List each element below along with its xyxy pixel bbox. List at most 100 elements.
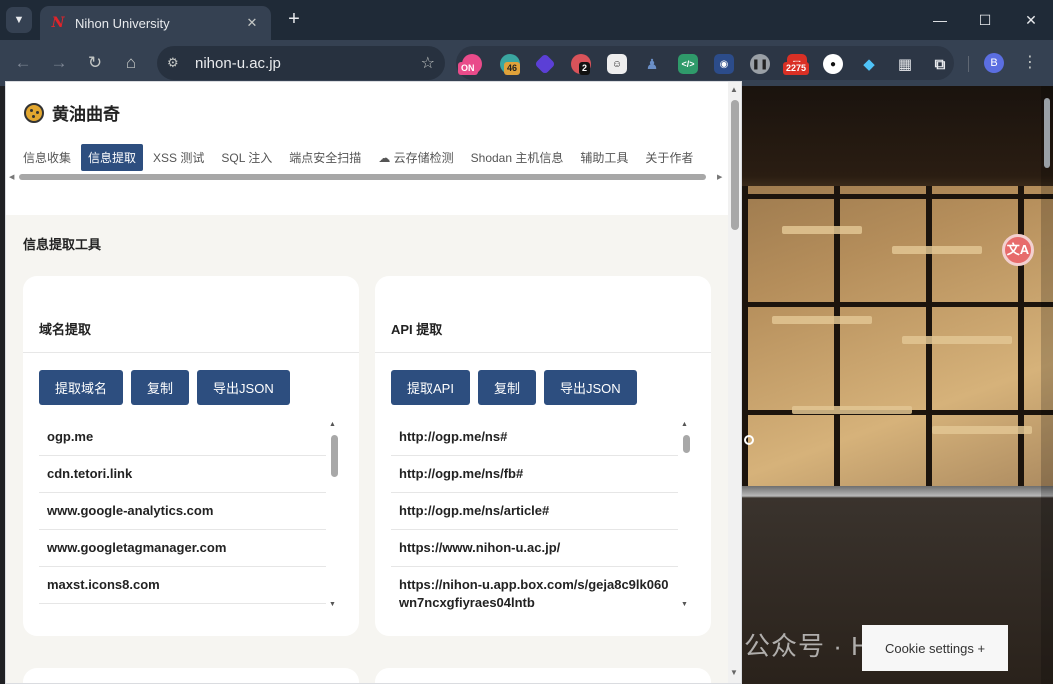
tab-xss-test[interactable]: XSS 测试 bbox=[146, 144, 211, 171]
code-ext-icon[interactable]: </> bbox=[678, 54, 698, 74]
next-card-edge bbox=[375, 668, 711, 683]
extract-domains-button[interactable]: 提取域名 bbox=[39, 370, 124, 405]
extension-popup: 黄油曲奇 信息收集 信息提取 XSS 测试 SQL 注入 端点安全扫描 ☁ 云存… bbox=[5, 81, 742, 684]
list-item: ogp.me bbox=[39, 419, 326, 456]
list-item: fonts.googleapis.com bbox=[39, 604, 326, 616]
list-item: maxst.icons8.com bbox=[39, 567, 326, 604]
profile-avatar[interactable]: B bbox=[984, 53, 1004, 73]
url-text[interactable]: nihon-u.ac.jp bbox=[195, 55, 421, 72]
extensions-area: ON 46 2 ☺ ♟ </> ◉ ❚❚ ✉ 2275 ● ◆ ▦ ⧉ bbox=[456, 46, 954, 80]
copy-api-button[interactable]: 复制 bbox=[477, 370, 536, 405]
address-bar[interactable]: ⚙ nihon-u.ac.jp ☆ bbox=[157, 46, 445, 80]
ext-badge: 2275 bbox=[783, 62, 810, 75]
export-api-json-button[interactable]: 导出JSON bbox=[543, 370, 637, 405]
card-title: API 提取 bbox=[391, 322, 443, 337]
list-item: http://ogp.me/ns# bbox=[391, 419, 678, 456]
tab-strip: ▼ N Nihon University ✕ + — ☐ ✕ bbox=[0, 0, 1053, 40]
scrollbar-thumb[interactable] bbox=[683, 435, 690, 453]
page-hero-image bbox=[742, 86, 1053, 684]
tab-sql-injection[interactable]: SQL 注入 bbox=[214, 144, 279, 171]
domain-list[interactable]: ogp.me cdn.tetori.link www.google-analyt… bbox=[39, 419, 342, 616]
tab-tools[interactable]: 辅助工具 bbox=[573, 144, 635, 171]
list-item: www.googletagmanager.com bbox=[39, 530, 326, 567]
list-item: http://ogp.me/ns/fb# bbox=[391, 456, 678, 493]
divider bbox=[375, 352, 711, 353]
toolbar-divider bbox=[968, 56, 969, 72]
home-icon[interactable]: ⌂ bbox=[119, 51, 143, 75]
grid-ext-icon[interactable]: ▦ bbox=[895, 54, 915, 74]
gem-ext-icon[interactable]: ◆ bbox=[859, 54, 879, 74]
active-tab[interactable]: N Nihon University ✕ bbox=[40, 6, 271, 40]
scroll-down-arrow-icon[interactable]: ▼ bbox=[329, 601, 336, 608]
chevron-down-icon: ▼ bbox=[13, 14, 25, 26]
window-close-icon[interactable]: ✕ bbox=[1016, 8, 1046, 32]
owl-ext-icon[interactable]: ◉ bbox=[714, 54, 734, 74]
tab-endpoint-scan[interactable]: 端点安全扫描 bbox=[282, 144, 368, 171]
face-ext-icon[interactable]: ☺ bbox=[607, 54, 627, 74]
next-card-edge bbox=[23, 668, 359, 683]
mouse-cursor bbox=[744, 435, 754, 445]
ext-badge: ON bbox=[458, 62, 478, 75]
site-info-icon[interactable]: ⚙ bbox=[167, 55, 187, 71]
list-item: https://www.nihon-u.ac.jp/ bbox=[391, 530, 678, 567]
reload-icon[interactable]: ↻ bbox=[83, 51, 107, 75]
person-ext-icon[interactable]: ♟ bbox=[642, 54, 662, 74]
browser-toolbar: ← → ↻ ⌂ ⚙ nihon-u.ac.jp ☆ ON 46 2 ☺ ♟ </… bbox=[0, 40, 1053, 86]
translate-icon[interactable]: 文A bbox=[1002, 234, 1034, 266]
ext-badge: 2 bbox=[579, 62, 591, 75]
more-menu-icon[interactable]: ⋮ bbox=[1022, 52, 1038, 72]
page-scrollbar-thumb[interactable] bbox=[1044, 98, 1050, 168]
brand: 黄油曲奇 bbox=[24, 100, 120, 125]
section-title: 信息提取工具 bbox=[23, 237, 102, 252]
maximize-icon[interactable]: ☐ bbox=[970, 8, 1000, 32]
copy-domains-button[interactable]: 复制 bbox=[131, 370, 190, 405]
api-list[interactable]: http://ogp.me/ns# http://ogp.me/ns/fb# h… bbox=[391, 419, 694, 616]
scroll-up-arrow-icon[interactable]: ▲ bbox=[329, 421, 336, 428]
new-tab-button[interactable]: + bbox=[282, 8, 306, 32]
scrollbar-thumb[interactable] bbox=[331, 435, 338, 477]
diamond-ext-icon[interactable] bbox=[534, 53, 556, 75]
tab-search-button[interactable]: ▼ bbox=[6, 7, 32, 33]
scroll-down-arrow-icon[interactable]: ▼ bbox=[730, 668, 738, 677]
scroll-right-arrow-icon[interactable]: ▶ bbox=[717, 173, 722, 181]
scroll-up-arrow-icon[interactable]: ▲ bbox=[730, 85, 738, 94]
bookmark-star-icon[interactable]: ☆ bbox=[421, 53, 435, 73]
back-arrow-icon[interactable]: ← bbox=[11, 51, 35, 75]
card-title: 域名提取 bbox=[39, 322, 92, 337]
extract-api-button[interactable]: 提取API bbox=[391, 370, 470, 405]
ext-badge: 46 bbox=[504, 62, 521, 75]
button-row: 提取域名 复制 导出JSON bbox=[39, 370, 298, 405]
list-item: http://ogp.me/ns/article# bbox=[391, 493, 678, 530]
divider bbox=[23, 352, 359, 353]
export-domains-json-button[interactable]: 导出JSON bbox=[197, 370, 290, 405]
tab-info-gathering[interactable]: 信息收集 bbox=[16, 144, 78, 171]
api-list-scrollbar[interactable]: ▲ ▼ bbox=[680, 419, 692, 616]
list-item: https://nihon-u.app.box.com/s/geja8c9lk0… bbox=[391, 567, 678, 616]
popup-header: 黄油曲奇 信息收集 信息提取 XSS 测试 SQL 注入 端点安全扫描 ☁ 云存… bbox=[6, 82, 733, 215]
minimize-icon[interactable]: — bbox=[925, 8, 955, 32]
nihon-u-favicon-icon: N bbox=[51, 15, 65, 31]
panda-ext-icon[interactable]: ● bbox=[823, 54, 843, 74]
page-scrollbar[interactable] bbox=[1041, 86, 1053, 684]
tab-shodan[interactable]: Shodan 主机信息 bbox=[464, 144, 571, 171]
list-item: www.google-analytics.com bbox=[39, 493, 326, 530]
scroll-left-arrow-icon[interactable]: ◀ bbox=[9, 173, 14, 181]
puzzle-icon[interactable]: ⧉ bbox=[930, 54, 950, 74]
tabs-horizontal-scrollbar[interactable] bbox=[19, 174, 706, 180]
tab-cloud-storage[interactable]: ☁ 云存储检测 bbox=[371, 144, 460, 171]
popup-scrollbar-thumb[interactable] bbox=[731, 100, 739, 230]
pause-ext-icon[interactable]: ❚❚ bbox=[750, 54, 770, 74]
cookie-icon bbox=[24, 102, 44, 123]
domain-list-scrollbar[interactable]: ▲ ▼ bbox=[328, 419, 340, 616]
scroll-up-arrow-icon[interactable]: ▲ bbox=[681, 421, 688, 428]
close-icon[interactable]: ✕ bbox=[243, 15, 261, 31]
tab-about[interactable]: 关于作者 bbox=[638, 144, 700, 171]
list-item: cdn.tetori.link bbox=[39, 456, 326, 493]
cookie-settings-button[interactable]: Cookie settings + bbox=[862, 625, 1008, 671]
api-extract-card: API 提取 提取API 复制 导出JSON http://ogp.me/ns#… bbox=[375, 276, 711, 636]
forward-arrow-icon[interactable]: → bbox=[47, 51, 71, 75]
scroll-down-arrow-icon[interactable]: ▼ bbox=[681, 601, 688, 608]
tab-title: Nihon University bbox=[75, 15, 170, 31]
tab-info-extraction[interactable]: 信息提取 bbox=[81, 144, 144, 171]
popup-nav-tabs: 信息收集 信息提取 XSS 测试 SQL 注入 端点安全扫描 ☁ 云存储检测 S… bbox=[16, 144, 703, 171]
